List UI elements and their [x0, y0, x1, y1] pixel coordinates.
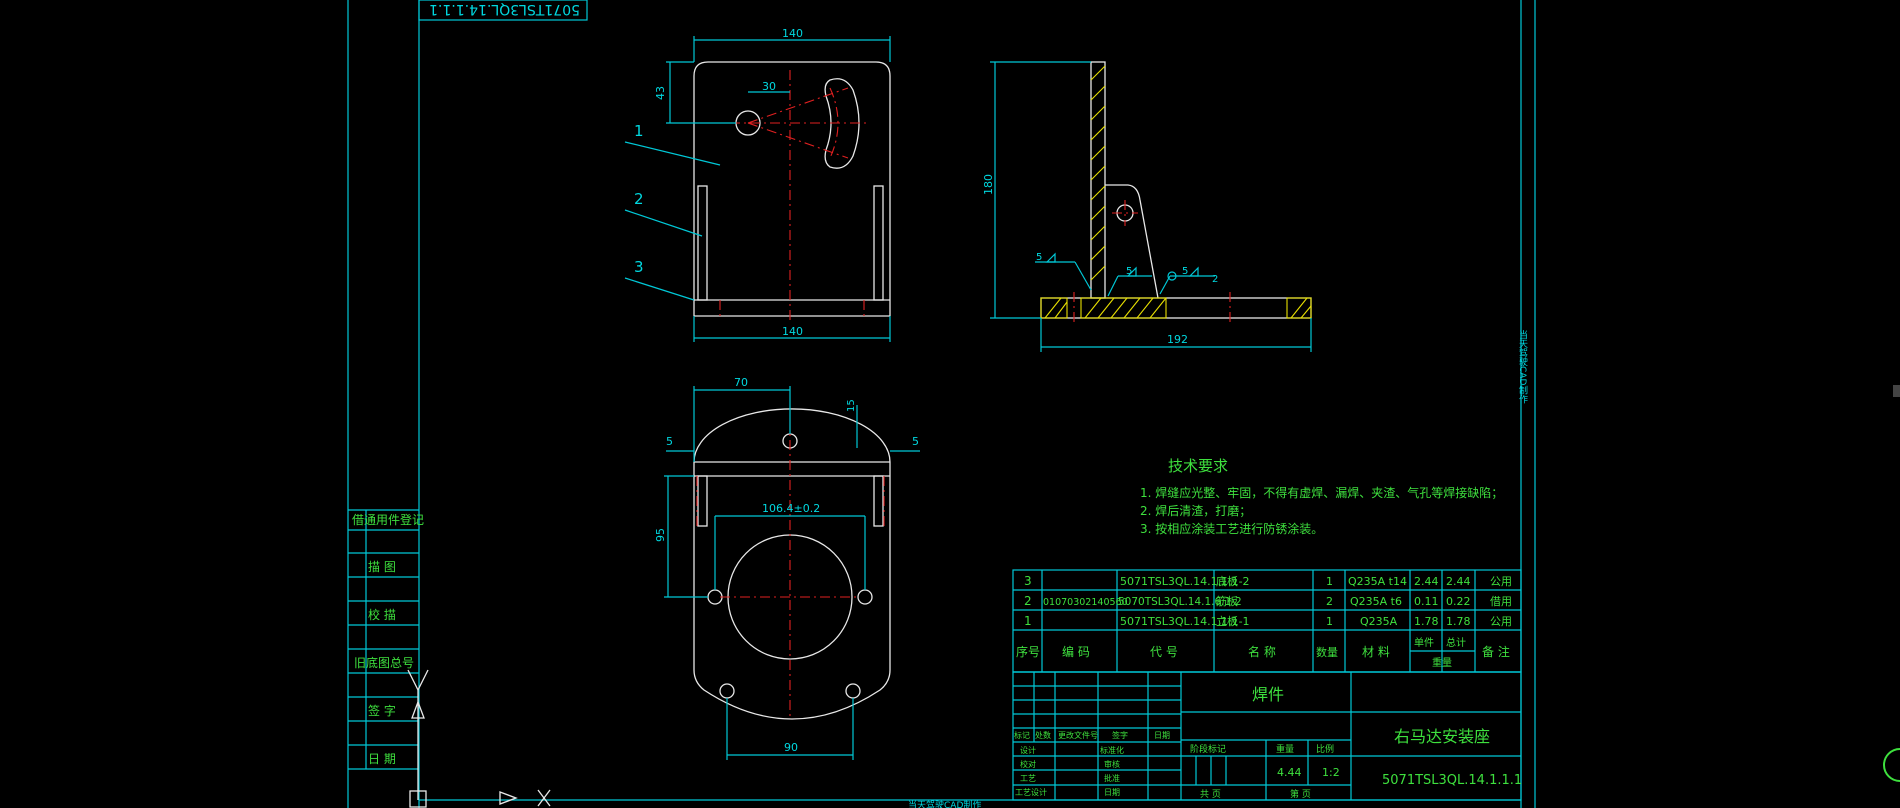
tech-req-line: 1. 焊缝应光整、牢固，不得有虚焊、漏焊、夹渣、气孔等焊接缺陷； [1140, 485, 1503, 500]
tb-label: 标记 [1014, 730, 1030, 740]
front-view [624, 36, 891, 342]
navigation-wheel-icon[interactable] [1883, 748, 1900, 782]
bom-cell: 1.78 [1414, 615, 1439, 628]
scale-value: 1:2 [1322, 766, 1340, 779]
bottom-view [664, 386, 920, 760]
tb-label: 日期 [1154, 731, 1170, 740]
side-label: 当天驾驶CAD制作 [1517, 329, 1528, 404]
bom-cell: 0.11 [1414, 595, 1439, 608]
side-dim-height: 180 [982, 174, 995, 195]
bom-cell: 1 [1326, 615, 1333, 628]
ucs-icon [407, 669, 551, 808]
left-panel-item: 借通用件登记 [352, 512, 424, 527]
top-drawing-label: 5071TSL3QL.14.1.1.1 [429, 1, 580, 17]
front-dim-43: 43 [654, 86, 667, 100]
part-name: 右马达安装座 [1394, 727, 1490, 746]
bom-header: 总计 [1446, 636, 1466, 649]
bottom-dim-70: 70 [734, 376, 748, 389]
bom-header: 材 料 [1362, 645, 1390, 659]
tb-label: 签字 [1112, 730, 1128, 740]
weldment-label: 焊件 [1252, 685, 1284, 704]
leader-2: 2 [634, 190, 644, 208]
left-panel [348, 509, 419, 770]
bom-cell: 立板 [1216, 614, 1238, 628]
tb-label: 标准化 [1100, 745, 1124, 755]
tb-label: 设计 [1020, 745, 1036, 755]
sheet-label: 第 页 [1290, 788, 1311, 800]
tb-label: 校对 [1020, 759, 1036, 769]
side-dim-width: 192 [1167, 333, 1188, 346]
weld-label: 5 [1036, 252, 1042, 263]
tb-label: 更改文件号 [1058, 730, 1098, 740]
total-sheets-label: 共 页 [1200, 789, 1221, 800]
tb-label: 审核 [1104, 759, 1120, 769]
cad-drawing-canvas: 5071TSL3QL.14.1.1.1 当天驾驶CAD制作 借通用件登记 描 图… [347, 0, 1900, 808]
weld-label: 2 [1212, 274, 1218, 285]
left-panel-item: 旧底图总号 [354, 655, 414, 670]
bom-cell: Q235A [1360, 615, 1398, 628]
drawing-frame [347, 0, 1536, 808]
bom-cell: 2 [1326, 595, 1333, 608]
bom-cell: 01070302140560 [1043, 597, 1128, 608]
weight-label: 重量 [1276, 743, 1294, 755]
tech-req-line: 2. 焊后清渣，打磨； [1140, 503, 1251, 518]
tech-req-title: 技术要求 [1168, 457, 1228, 475]
front-dim-bottom: 140 [782, 325, 803, 338]
left-panel-item: 校 描 [368, 607, 396, 622]
bom-cell: 1 [1024, 614, 1032, 628]
bom-cell: 1.78 [1446, 615, 1471, 628]
tech-req-line: 3. 按相应涂装工艺进行防锈涂装。 [1140, 521, 1323, 536]
bom-cell: 3 [1024, 574, 1032, 588]
bottom-label: 当天驾驶CAD制作 [908, 799, 981, 808]
bom-cell: 筋板 [1216, 594, 1238, 608]
bom-cell: 1 [1326, 575, 1333, 588]
bottom-dim-106: 106.4±0.2 [762, 502, 820, 515]
bom-cell: 2.44 [1414, 575, 1439, 588]
tb-label: 工艺设计 [1015, 787, 1047, 797]
bom-header: 数量 [1316, 646, 1338, 659]
bom-header: 名 称 [1248, 644, 1276, 659]
leader-3: 3 [634, 258, 644, 276]
tb-label: 日期 [1104, 788, 1120, 797]
weld-label: 5 [1182, 266, 1188, 277]
bom-cell: 公用 [1490, 615, 1512, 628]
drawing-number: 5071TSL3QL.14.1.1.1 [1382, 773, 1522, 788]
left-panel-item: 描 图 [368, 560, 396, 574]
bom-cell: 底板 [1216, 574, 1238, 588]
front-dim-top: 140 [782, 27, 803, 40]
left-panel-item: 日 期 [368, 752, 396, 766]
bottom-dim-5-left: 5 [666, 435, 673, 448]
bom-cell: 借用 [1490, 595, 1512, 608]
bom-header: 备 注 [1482, 644, 1510, 659]
scale-label: 比例 [1316, 743, 1334, 755]
tb-label: 批准 [1104, 773, 1120, 783]
side-view [990, 61, 1312, 352]
bom-cell: 2 [1024, 594, 1032, 608]
bom-cell: 2.44 [1446, 575, 1471, 588]
weld-label: 5 [1126, 266, 1132, 277]
bottom-dim-95: 95 [654, 528, 667, 542]
weight-value: 4.44 [1277, 766, 1302, 779]
bom-header: 重量 [1432, 656, 1452, 669]
bottom-dim-15: 15 [846, 399, 857, 412]
scrollbar-handle[interactable] [1893, 385, 1900, 397]
stage-mark-label: 阶段标记 [1190, 743, 1226, 755]
tb-label: 工艺 [1020, 774, 1036, 783]
bom-cell: 0.22 [1446, 595, 1471, 608]
bom-header: 序号 [1016, 644, 1040, 659]
bom-header: 单件 [1414, 637, 1434, 649]
bom-cell: Q235A t6 [1350, 595, 1402, 608]
bottom-dim-90: 90 [784, 741, 798, 754]
left-panel-item: 签 字 [368, 703, 396, 718]
bom-cell: 公用 [1490, 575, 1512, 588]
leader-1: 1 [634, 122, 644, 140]
bom-cell: Q235A t14 [1348, 575, 1407, 588]
front-dim-30: 30 [762, 80, 776, 93]
bom-header: 代 号 [1150, 645, 1178, 659]
bom-header: 编 码 [1062, 644, 1090, 659]
tb-label: 处数 [1035, 730, 1051, 740]
bottom-dim-5-right: 5 [912, 435, 919, 448]
